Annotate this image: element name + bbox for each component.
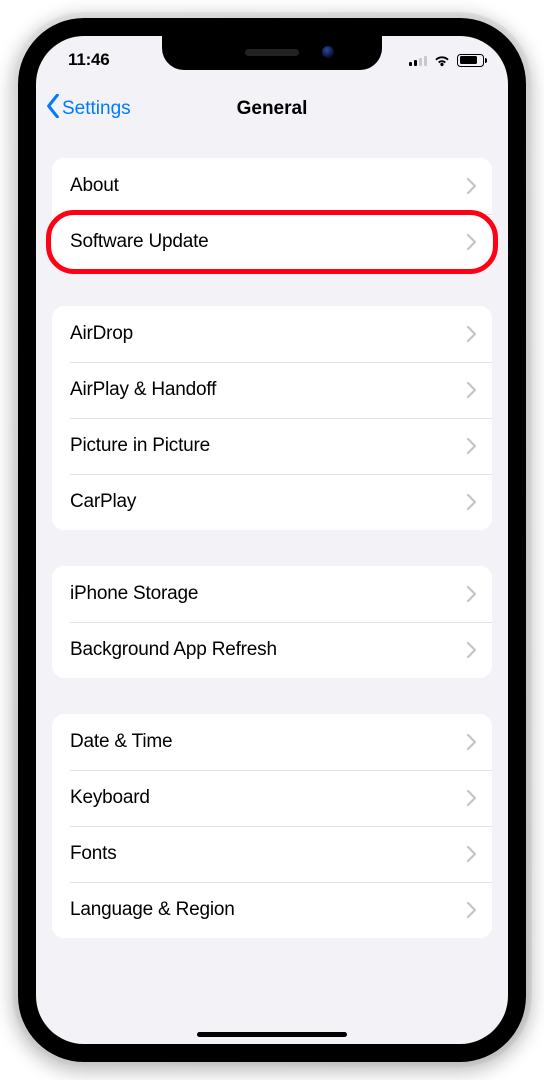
chevron-right-icon (467, 642, 476, 658)
chevron-right-icon (467, 382, 476, 398)
page-title: General (237, 98, 308, 120)
row-background-app-refresh[interactable]: Background App Refresh (52, 622, 492, 678)
cellular-icon (409, 54, 427, 66)
row-picture-in-picture[interactable]: Picture in Picture (52, 418, 492, 474)
row-label: Background App Refresh (70, 639, 277, 661)
row-label: Fonts (70, 843, 117, 865)
settings-group: About Software Update (52, 158, 492, 270)
row-software-update[interactable]: Software Update (52, 214, 492, 270)
back-button[interactable]: Settings (46, 84, 131, 134)
back-label: Settings (62, 98, 131, 120)
row-language-region[interactable]: Language & Region (52, 882, 492, 938)
chevron-right-icon (467, 494, 476, 510)
chevron-right-icon (467, 178, 476, 194)
row-label: AirDrop (70, 323, 133, 345)
home-indicator[interactable] (197, 1032, 347, 1037)
chevron-right-icon (467, 586, 476, 602)
phone-bezel: 11:46 Settings (18, 18, 526, 1062)
row-label: Language & Region (70, 899, 235, 921)
row-label: Picture in Picture (70, 435, 210, 457)
row-date-time[interactable]: Date & Time (52, 714, 492, 770)
wifi-icon (433, 53, 451, 67)
settings-group: iPhone Storage Background App Refresh (52, 566, 492, 678)
row-fonts[interactable]: Fonts (52, 826, 492, 882)
settings-group: Date & Time Keyboard Fonts Language & Regio… (52, 714, 492, 938)
chevron-right-icon (467, 846, 476, 862)
screen: 11:46 Settings (36, 36, 508, 1044)
row-label: Software Update (70, 231, 209, 253)
row-label: Keyboard (70, 787, 150, 809)
chevron-right-icon (467, 234, 476, 250)
row-iphone-storage[interactable]: iPhone Storage (52, 566, 492, 622)
nav-bar: Settings General (36, 84, 508, 134)
status-right (409, 53, 486, 67)
chevron-right-icon (467, 326, 476, 342)
chevron-right-icon (467, 790, 476, 806)
settings-list[interactable]: About Software Update AirDrop AirPlay & Han… (36, 134, 508, 938)
row-about[interactable]: About (52, 158, 492, 214)
front-camera (322, 46, 334, 58)
chevron-left-icon (46, 94, 60, 124)
settings-group: AirDrop AirPlay & Handoff Picture in Pictu… (52, 306, 492, 530)
row-label: About (70, 175, 119, 197)
chevron-right-icon (467, 734, 476, 750)
chevron-right-icon (467, 438, 476, 454)
chevron-right-icon (467, 902, 476, 918)
row-airdrop[interactable]: AirDrop (52, 306, 492, 362)
phone-frame: 11:46 Settings (12, 12, 532, 1068)
battery-icon (457, 54, 484, 67)
status-time: 11:46 (58, 50, 110, 70)
row-carplay[interactable]: CarPlay (52, 474, 492, 530)
row-airplay-handoff[interactable]: AirPlay & Handoff (52, 362, 492, 418)
row-keyboard[interactable]: Keyboard (52, 770, 492, 826)
row-label: CarPlay (70, 491, 136, 513)
notch (162, 36, 382, 70)
row-label: iPhone Storage (70, 583, 198, 605)
row-label: AirPlay & Handoff (70, 379, 216, 401)
row-label: Date & Time (70, 731, 172, 753)
speaker-grille (245, 49, 299, 56)
